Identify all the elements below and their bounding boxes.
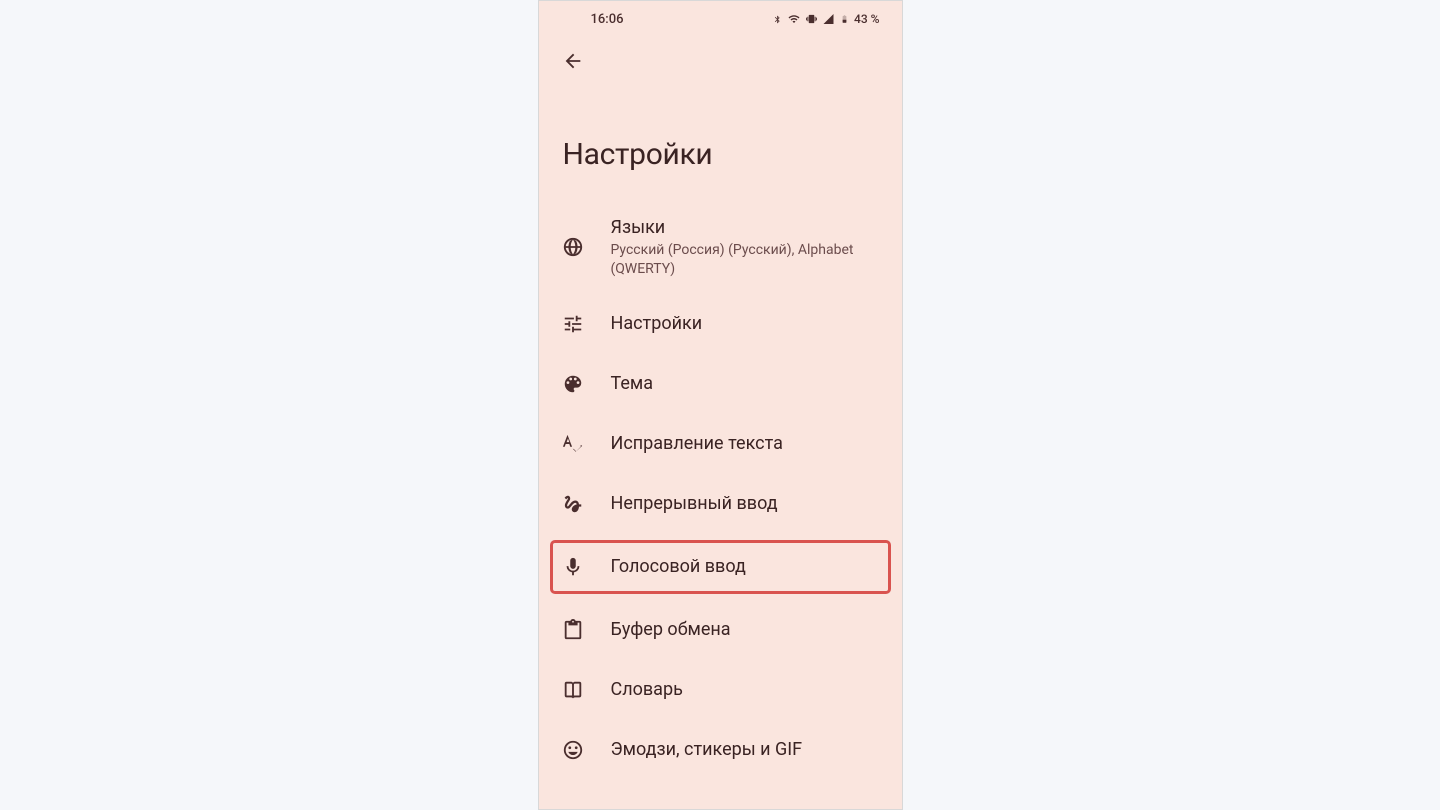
gesture-icon — [561, 492, 585, 516]
emoji-icon — [561, 738, 585, 762]
palette-icon — [561, 372, 585, 396]
menu-item-4[interactable]: Непрерывный ввод — [539, 474, 902, 534]
menu-item-label: Тема — [611, 372, 882, 395]
status-time: 16:06 — [591, 12, 624, 27]
app-bar — [539, 37, 902, 85]
menu-item-1[interactable]: Настройки — [539, 294, 902, 354]
menu-item-text: Словарь — [611, 678, 882, 701]
spellcheck-icon — [561, 432, 585, 456]
menu-item-label: Настройки — [611, 312, 882, 335]
battery-percent: 43 % — [854, 12, 879, 26]
menu-item-3[interactable]: Исправление текста — [539, 414, 902, 474]
menu-item-label: Языки — [611, 216, 882, 239]
dictionary-icon — [561, 678, 585, 702]
bluetooth-icon — [773, 13, 782, 26]
menu-item-8[interactable]: Эмодзи, стикеры и GIF — [539, 720, 902, 780]
menu-item-label: Буфер обмена — [611, 618, 882, 641]
globe-icon — [561, 235, 585, 259]
menu-item-5[interactable]: Голосовой ввод — [547, 537, 894, 597]
signal-icon — [822, 13, 835, 25]
menu-item-text: ЯзыкиРусский (Россия) (Русский), Alphabe… — [611, 216, 882, 278]
menu-item-text: Тема — [611, 372, 882, 395]
menu-item-label: Голосовой ввод — [611, 555, 882, 578]
menu-item-text: Исправление текста — [611, 432, 882, 455]
menu-item-label: Эмодзи, стикеры и GIF — [611, 738, 882, 761]
sliders-icon — [561, 312, 585, 336]
vibrate-icon — [806, 13, 817, 25]
mic-icon — [561, 555, 585, 579]
menu-item-label: Исправление текста — [611, 432, 882, 455]
page-title: Настройки — [563, 137, 878, 172]
back-arrow-icon — [562, 50, 584, 72]
menu-item-text: Непрерывный ввод — [611, 492, 882, 515]
clipboard-icon — [561, 618, 585, 642]
phone-screen: 16:06 43 % Настройки ЯзыкиРусский (Росси… — [538, 0, 903, 810]
back-button[interactable] — [557, 45, 589, 77]
menu-item-text: Голосовой ввод — [611, 555, 882, 578]
menu-item-text: Буфер обмена — [611, 618, 882, 641]
menu-item-0[interactable]: ЯзыкиРусский (Россия) (Русский), Alphabe… — [539, 200, 902, 294]
status-bar: 16:06 43 % — [539, 1, 902, 37]
menu-item-7[interactable]: Словарь — [539, 660, 902, 720]
menu-item-label: Непрерывный ввод — [611, 492, 882, 515]
title-section: Настройки — [539, 85, 902, 200]
status-indicators: 43 % — [773, 12, 879, 26]
menu-item-text: Настройки — [611, 312, 882, 335]
battery-icon — [840, 12, 849, 26]
menu-item-subtitle: Русский (Россия) (Русский), Alphabet (QW… — [611, 241, 882, 277]
menu-item-6[interactable]: Буфер обмена — [539, 600, 902, 660]
menu-item-text: Эмодзи, стикеры и GIF — [611, 738, 882, 761]
wifi-icon — [787, 13, 801, 25]
menu-item-label: Словарь — [611, 678, 882, 701]
menu-item-2[interactable]: Тема — [539, 354, 902, 414]
settings-menu: ЯзыкиРусский (Россия) (Русский), Alphabe… — [539, 200, 902, 780]
